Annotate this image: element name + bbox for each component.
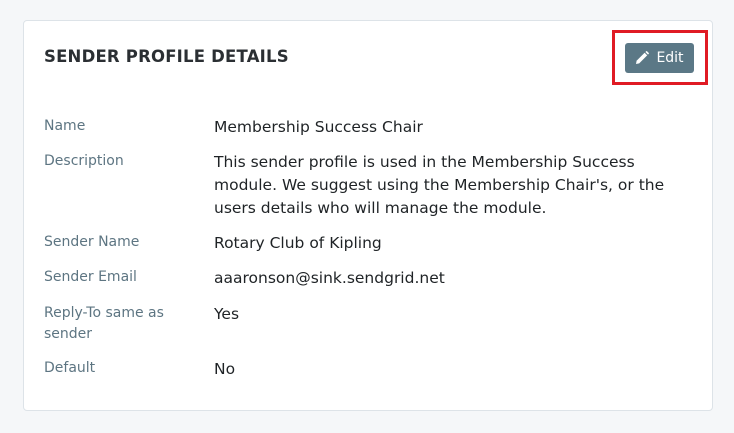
edit-button-label: Edit [656, 50, 684, 66]
field-value: Yes [214, 305, 240, 323]
edit-button[interactable]: Edit [625, 43, 694, 73]
field-label: Sender Name [44, 234, 140, 250]
field-value: Membership Success Chair [214, 118, 423, 136]
card-title: SENDER PROFILE DETAILS [44, 47, 289, 66]
field-value: This sender profile is used in the Membe… [214, 153, 665, 217]
pencil-icon [635, 51, 650, 65]
sender-profile-card: SENDER PROFILE DETAILS Edit Name Members… [23, 20, 713, 411]
field-label: Description [44, 153, 124, 169]
field-value: aaaronson@sink.sendgrid.net [214, 269, 445, 287]
field-label: Default [44, 360, 96, 376]
field-value: No [214, 360, 236, 378]
field-value: Rotary Club of Kipling [214, 234, 382, 252]
field-label: Name [44, 118, 86, 134]
field-label: Reply-To same as sender [44, 305, 164, 342]
field-label: Sender Email [44, 269, 137, 285]
